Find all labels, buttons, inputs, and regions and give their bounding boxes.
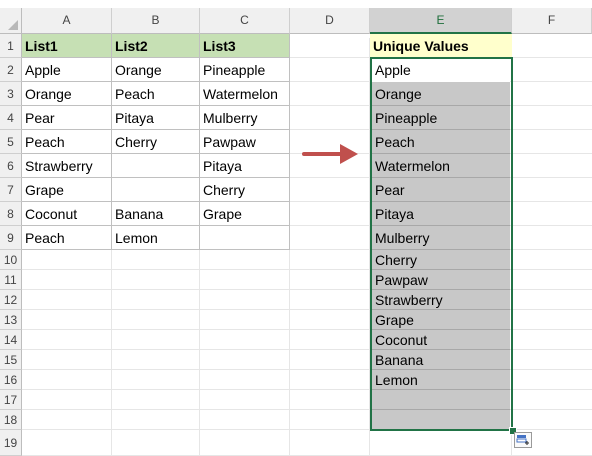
- table-cell[interactable]: Grape: [200, 202, 290, 226]
- unique-value-cell[interactable]: Cherry: [372, 250, 510, 270]
- row-header-11[interactable]: 11: [0, 270, 22, 290]
- table-cell[interactable]: Grape: [22, 178, 112, 202]
- row-header-12[interactable]: 12: [0, 290, 22, 310]
- unique-value-cell[interactable]: Coconut: [372, 330, 510, 350]
- table-cell[interactable]: [200, 226, 290, 250]
- row-header-10[interactable]: 10: [0, 250, 22, 270]
- table-cell[interactable]: Pineapple: [200, 58, 290, 82]
- unique-value-cell[interactable]: Mulberry: [372, 226, 510, 250]
- row-header-6[interactable]: 6: [0, 154, 22, 178]
- select-all-corner[interactable]: [0, 8, 22, 34]
- table-cell[interactable]: Peach: [112, 82, 200, 106]
- row-header-14[interactable]: 14: [0, 330, 22, 350]
- row-header-17[interactable]: 17: [0, 390, 22, 410]
- table-cell[interactable]: Strawberry: [22, 154, 112, 178]
- row-header-2[interactable]: 2: [0, 58, 22, 82]
- row-header-1[interactable]: 1: [0, 34, 22, 58]
- table-cell[interactable]: Orange: [112, 58, 200, 82]
- table-cell[interactable]: Mulberry: [200, 106, 290, 130]
- row-header-3[interactable]: 3: [0, 82, 22, 106]
- row-header-5[interactable]: 5: [0, 130, 22, 154]
- table-cell[interactable]: Banana: [112, 202, 200, 226]
- table-cell[interactable]: [112, 178, 200, 202]
- table-header-cell[interactable]: List3: [200, 34, 290, 58]
- column-header-f[interactable]: F: [512, 8, 592, 34]
- column-header-c[interactable]: C: [200, 8, 290, 34]
- row-header-7[interactable]: 7: [0, 178, 22, 202]
- table-cell[interactable]: Peach: [22, 130, 112, 154]
- row-header-8[interactable]: 8: [0, 202, 22, 226]
- unique-value-cell[interactable]: Watermelon: [372, 154, 510, 178]
- unique-value-cell[interactable]: Lemon: [372, 370, 510, 390]
- column-header-d[interactable]: D: [290, 8, 370, 34]
- row-header-9[interactable]: 9: [0, 226, 22, 250]
- unique-value-cell[interactable]: Pawpaw: [372, 270, 510, 290]
- unique-value-cell[interactable]: [372, 410, 510, 430]
- unique-value-cell[interactable]: [372, 390, 510, 410]
- column-header-e[interactable]: E: [370, 8, 512, 34]
- gridline-vertical: [369, 38, 370, 456]
- quick-analysis-glyph: [516, 435, 529, 445]
- row-header-4[interactable]: 4: [0, 106, 22, 130]
- unique-value-cell[interactable]: Orange: [372, 82, 510, 106]
- row-header-16[interactable]: 16: [0, 370, 22, 390]
- table-header-cell[interactable]: List2: [112, 34, 200, 58]
- table-cell[interactable]: Peach: [22, 226, 112, 250]
- row-header-13[interactable]: 13: [0, 310, 22, 330]
- table-cell[interactable]: Cherry: [200, 178, 290, 202]
- row-header-19[interactable]: 19: [0, 430, 22, 456]
- table-cell[interactable]: Orange: [22, 82, 112, 106]
- table-cell[interactable]: Lemon: [112, 226, 200, 250]
- unique-value-cell[interactable]: Pineapple: [372, 106, 510, 130]
- unique-value-cell[interactable]: Apple: [372, 58, 510, 82]
- unique-value-cell[interactable]: Grape: [372, 310, 510, 330]
- table-cell[interactable]: Cherry: [112, 130, 200, 154]
- table-cell[interactable]: Pawpaw: [200, 130, 290, 154]
- unique-value-cell[interactable]: Peach: [372, 130, 510, 154]
- unique-value-cell[interactable]: Strawberry: [372, 290, 510, 310]
- table-cell[interactable]: Pitaya: [112, 106, 200, 130]
- column-header-a[interactable]: A: [22, 8, 112, 34]
- table-cell[interactable]: Apple: [22, 58, 112, 82]
- gridline-vertical: [511, 38, 512, 456]
- table-cell[interactable]: Coconut: [22, 202, 112, 226]
- right-arrow-icon: [302, 144, 358, 164]
- row-header-18[interactable]: 18: [0, 410, 22, 430]
- unique-value-cell[interactable]: Banana: [372, 350, 510, 370]
- spreadsheet[interactable]: A B C D E F 1 2 3 4 5 6 7 8 9 10 11 12 13 14 15 16 17 18 19 List1…: [0, 0, 592, 456]
- table-cell[interactable]: [112, 154, 200, 178]
- table-cell[interactable]: Pear: [22, 106, 112, 130]
- top-strip: [0, 0, 592, 8]
- table-cell[interactable]: Pitaya: [200, 154, 290, 178]
- unique-value-cell[interactable]: Pitaya: [372, 202, 510, 226]
- unique-values-header[interactable]: Unique Values: [370, 34, 512, 58]
- unique-value-cell[interactable]: Pear: [372, 178, 510, 202]
- table-header-cell[interactable]: List1: [22, 34, 112, 58]
- column-header-b[interactable]: B: [112, 8, 200, 34]
- table-cell[interactable]: Watermelon: [200, 82, 290, 106]
- row-header-15[interactable]: 15: [0, 350, 22, 370]
- quick-analysis-icon[interactable]: [514, 432, 532, 448]
